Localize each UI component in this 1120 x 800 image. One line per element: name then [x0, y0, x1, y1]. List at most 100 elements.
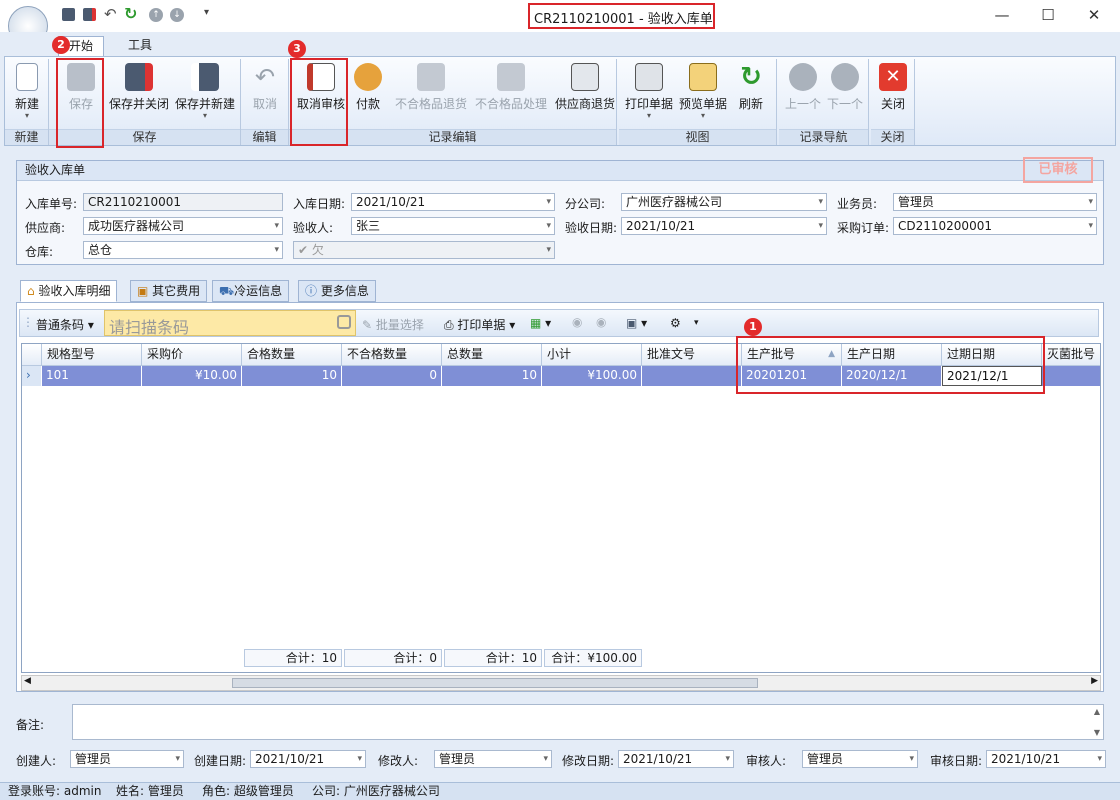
minimize-icon[interactable]: — — [988, 6, 1016, 24]
check-date-field[interactable]: 2021/10/21 ▾ — [621, 217, 827, 235]
scroll-left-icon[interactable]: ◀ — [24, 676, 31, 686]
column-header[interactable]: 不合格数量 — [342, 344, 442, 366]
column-header[interactable]: 采购价 — [142, 344, 242, 366]
reject-return-button[interactable]: 不合格品退货 — [393, 63, 469, 112]
scroll-thumb[interactable] — [232, 678, 758, 688]
check-date-label: 验收日期: — [565, 221, 618, 235]
close-icon[interactable]: ✕ — [1080, 6, 1108, 24]
dropdown-arrow-icon: ▾ — [175, 754, 180, 764]
up-arrow-icon — [789, 63, 817, 91]
auditor-label: 审核人: — [746, 754, 787, 768]
table-cell[interactable]: 10 — [442, 366, 542, 386]
export-dropdown[interactable]: ▦ ▾ — [530, 316, 551, 330]
new-button[interactable]: 新建 ▾ — [11, 63, 43, 120]
dropdown-arrow-icon: ▾ — [357, 754, 362, 764]
grid-print-button[interactable]: ⎙ 打印单据 ▾ — [444, 316, 515, 333]
pay-button[interactable]: 付款 — [353, 63, 383, 112]
audit-date-field[interactable]: 2021/10/21 ▾ — [986, 750, 1106, 768]
column-header[interactable]: 总数量 — [442, 344, 542, 366]
grid-down-icon[interactable]: ◉ — [596, 315, 606, 329]
up-arrow-icon[interactable]: ↑ — [149, 8, 163, 22]
barcode-mode-dropdown[interactable]: 普通条码 ▾ — [36, 316, 94, 333]
auditor-field[interactable]: 管理员 ▾ — [802, 750, 918, 768]
refresh-icon[interactable]: ↻ — [124, 4, 137, 23]
detail-panel: ⋮ 普通条码 ▾ 请扫描条码 ✎ 批量选择 ⎙ 打印单据 ▾ ▦ ▾ ◉ ◉ ▣… — [16, 302, 1104, 692]
receiver-field[interactable]: 张三 ▾ — [351, 217, 555, 235]
po-field[interactable]: CD2110200001 ▾ — [893, 217, 1097, 235]
save-button[interactable]: 保存 — [61, 63, 101, 112]
preview-button[interactable]: 预览单据 ▾ — [677, 63, 729, 120]
grid-settings-icon[interactable]: ⚙ — [670, 316, 681, 330]
down-arrow-icon — [831, 63, 859, 91]
quick-save-close-icon[interactable] — [83, 8, 96, 21]
scan-input[interactable]: 请扫描条码 — [104, 310, 356, 337]
cancel-button[interactable]: ↶ 取消 — [247, 63, 283, 112]
next-button[interactable]: 下一个 — [825, 63, 865, 112]
tab-detail[interactable]: ⌂ 验收入库明细 — [20, 280, 118, 302]
column-header[interactable]: 规格型号 — [42, 344, 142, 366]
column-header[interactable]: 过期日期 — [942, 344, 1042, 366]
down-arrow-icon[interactable]: ↓ — [170, 8, 184, 22]
group-record-edit: 取消审核 付款 不合格品退货 不合格品处理 供应商退货 记录编辑 — [289, 59, 617, 145]
table-cell[interactable]: 101 — [42, 366, 142, 386]
maximize-icon[interactable]: ☐ — [1034, 6, 1062, 24]
undo-icon[interactable]: ↶ — [104, 5, 117, 23]
modifier-field[interactable]: 管理员 ▾ — [434, 750, 552, 768]
print-button[interactable]: 打印单据 ▾ — [623, 63, 675, 120]
table-cell[interactable]: 20201201 — [742, 366, 842, 386]
quick-save-icon[interactable] — [62, 8, 75, 21]
table-cell[interactable]: 2021/12/1 — [942, 366, 1042, 386]
horizontal-scrollbar[interactable]: ◀ ▶ — [21, 675, 1101, 691]
column-header[interactable]: 生产日期 — [842, 344, 942, 366]
scroll-right-icon[interactable]: ▶ — [1091, 676, 1098, 686]
creator-field[interactable]: 管理员 ▾ — [70, 750, 184, 768]
window-title: CR2110210001 - 验收入库单 — [534, 12, 713, 27]
prev-button[interactable]: 上一个 — [783, 63, 823, 112]
save-close-button[interactable]: 保存并关闭 — [107, 63, 171, 112]
row-indicator[interactable]: › — [22, 366, 42, 386]
column-header[interactable]: 灭菌批号 — [1042, 344, 1100, 366]
in-date-field[interactable]: 2021/10/21 ▾ — [351, 193, 555, 211]
tab-cold-chain[interactable]: ⛟冷运信息 — [212, 280, 290, 302]
table-cell[interactable] — [1042, 366, 1100, 386]
status-company: 公司: 广州医疗器械公司 — [312, 784, 440, 798]
toolbar-overflow-icon[interactable]: ▾ — [694, 318, 699, 328]
column-header[interactable]: 小计 — [542, 344, 642, 366]
supplier-return-button[interactable]: 供应商退货 — [553, 63, 617, 112]
scroll-up-icon[interactable]: ▲ — [1094, 707, 1100, 716]
column-header[interactable]: 生产批号 ▲ — [742, 344, 842, 366]
create-date-field[interactable]: 2021/10/21 ▾ — [250, 750, 366, 768]
owe-field[interactable]: ✔ 欠 ▾ — [293, 241, 555, 259]
modify-date-field[interactable]: 2021/10/21 ▾ — [618, 750, 734, 768]
column-header[interactable]: 合格数量 — [242, 344, 342, 366]
customize-toolbar-icon[interactable]: ▾ — [204, 7, 209, 18]
table-cell[interactable]: ¥10.00 — [142, 366, 242, 386]
batch-select-button[interactable]: ✎ 批量选择 — [362, 316, 424, 333]
supplier-field[interactable]: 成功医疗器械公司 ▾ — [83, 217, 283, 235]
table-cell[interactable]: 2020/12/1 — [842, 366, 942, 386]
reject-handle-button[interactable]: 不合格品处理 — [473, 63, 549, 112]
branch-field[interactable]: 广州医疗器械公司 ▾ — [621, 193, 827, 211]
tab-more-info[interactable]: ⓘ 更多信息 — [298, 280, 376, 302]
column-header[interactable]: 批准文号 — [642, 344, 742, 366]
order-no-field[interactable]: CR2110210001 — [83, 193, 283, 211]
table-cell[interactable]: 10 — [242, 366, 342, 386]
sales-field[interactable]: 管理员 ▾ — [893, 193, 1097, 211]
tab-tools[interactable]: 工具 — [118, 36, 162, 56]
unaudit-button[interactable]: 取消审核 — [293, 63, 349, 112]
table-cell[interactable] — [642, 366, 742, 386]
grid-up-icon[interactable]: ◉ — [572, 315, 582, 329]
remark-input[interactable]: ▲ ▼ — [72, 704, 1104, 740]
scroll-down-icon[interactable]: ▼ — [1094, 728, 1100, 737]
grip-icon: ⋮ — [22, 315, 34, 329]
tab-other-fees[interactable]: ▣ 其它费用 — [130, 280, 208, 302]
table-cell[interactable]: 0 — [342, 366, 442, 386]
grid-save-dropdown[interactable]: ▣ ▾ — [626, 316, 647, 330]
save-new-button[interactable]: 保存并新建 ▾ — [173, 63, 237, 120]
close-button[interactable]: ✕ 关闭 — [877, 63, 909, 112]
dropdown-arrow-icon: ▾ — [1088, 197, 1093, 207]
return-truck-icon — [571, 63, 599, 91]
table-cell[interactable]: ¥100.00 — [542, 366, 642, 386]
warehouse-field[interactable]: 总仓 ▾ — [83, 241, 283, 259]
refresh-button[interactable]: ↻ 刷新 — [735, 63, 767, 112]
